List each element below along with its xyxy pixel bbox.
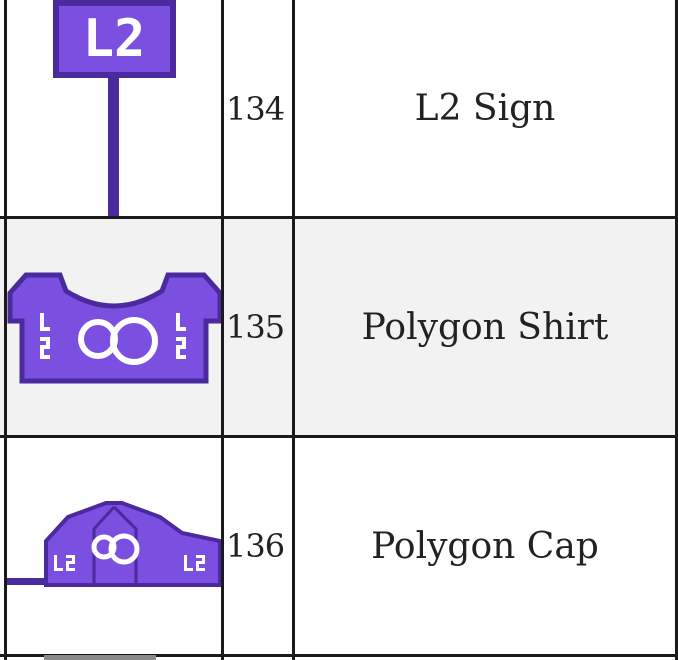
item-name: Polygon Cap: [371, 525, 599, 567]
item-id: 135: [226, 308, 285, 346]
row-divider: [0, 435, 678, 438]
item-image-cell: [6, 437, 222, 655]
l2-sign-icon: L2: [53, 0, 176, 217]
table-row: L2 134 L2 Sign: [0, 0, 678, 217]
sign-label: L2: [83, 9, 146, 69]
table-border-left: [4, 0, 7, 660]
item-image-cell: [6, 219, 222, 435]
item-image-cell: L2: [6, 0, 222, 217]
row-divider: [0, 216, 678, 219]
column-divider: [292, 0, 295, 660]
items-table: L2 134 L2 Sign 135 Polygon Shirt 136 Pol…: [0, 0, 678, 660]
column-divider: [221, 0, 224, 660]
polygon-shirt-icon: [7, 272, 222, 384]
item-name: Polygon Shirt: [361, 306, 609, 348]
item-id: 136: [226, 527, 285, 565]
item-id: 134: [226, 89, 285, 128]
table-row: 136 Polygon Cap: [0, 437, 678, 655]
table-row: 135 Polygon Shirt: [0, 219, 678, 435]
next-row-image-edge: [44, 655, 156, 660]
polygon-cap-icon: [6, 501, 222, 587]
item-name: L2 Sign: [414, 88, 556, 129]
